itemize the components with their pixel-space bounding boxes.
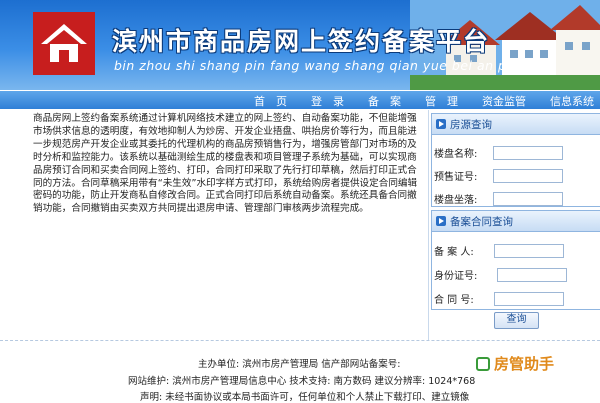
presale-permit-label: 预售证号: (434, 172, 478, 183)
project-name-input[interactable] (493, 145, 564, 160)
helper-label: 房管助手 (494, 355, 555, 373)
arrow-right-icon (436, 119, 446, 129)
nav-bar: 首 页 登 录 备 案 管 理 资金监管 信息系统 (0, 91, 600, 109)
intro-paragraph: 商品房网上签约备案系统通过计算机网络技术建立的网上签约、自动备案功能，不但能增强… (33, 113, 418, 215)
logo (33, 12, 95, 75)
filer-input[interactable] (493, 243, 564, 258)
footer-sponsor: 主办单位: 滨州市房产管理局 信产部网站备案号: (198, 359, 401, 370)
nav-login[interactable]: 登 录 (311, 93, 344, 109)
contract-query-panel: 备案合同查询 备 案 人: 身份证号: 合 同 号: (431, 210, 600, 310)
chat-icon (476, 357, 490, 371)
footer-statement: 声明: 未经书面协议或本局书面许可，任何单位和个人禁止下载打印、建立镜像 (140, 392, 470, 403)
filer-label: 备 案 人: (434, 247, 474, 258)
house-query-header: 房源查询 (432, 114, 600, 135)
project-name-label: 楼盘名称: (434, 149, 478, 160)
project-location-input[interactable] (493, 191, 564, 206)
nav-info-system[interactable]: 信息系统 (550, 93, 594, 109)
id-number-label: 身份证号: (434, 271, 478, 282)
project-location-label: 楼盘坐落: (434, 195, 478, 206)
id-number-input[interactable] (497, 267, 568, 282)
vertical-divider (428, 110, 429, 340)
arrow-right-icon (436, 216, 446, 226)
contract-query-title: 备案合同查询 (450, 215, 513, 228)
house-logo-icon (41, 24, 87, 62)
nav-home[interactable]: 首 页 (254, 93, 287, 109)
contract-number-input[interactable] (493, 291, 564, 306)
contract-number-label: 合 同 号: (434, 295, 474, 306)
footer-divider (0, 340, 600, 341)
site-subtitle: bin zhou shi shang pin fang wang shang q… (114, 58, 550, 73)
presale-permit-input[interactable] (493, 168, 564, 183)
house-query-title: 房源查询 (450, 118, 492, 131)
nav-fund-supervision[interactable]: 资金监管 (482, 93, 526, 109)
nav-filing[interactable]: 备 案 (368, 93, 401, 109)
house-query-panel: 房源查询 楼盘名称: 预售证号: 楼盘坐落: (431, 113, 600, 207)
query-button[interactable]: 查询 (494, 312, 539, 329)
contract-query-header: 备案合同查询 (432, 211, 600, 232)
site-title: 滨州市商品房网上签约备案平台 (112, 27, 491, 56)
site-header: 滨州市商品房网上签约备案平台 bin zhou shi shang pin fa… (0, 0, 600, 90)
footer-maintainer: 网站维护: 滨州市房产管理局信息中心 技术支持: 南方数码 建议分辨率: 102… (128, 376, 476, 387)
housing-helper-badge[interactable]: 房管助手 (474, 349, 570, 379)
nav-management[interactable]: 管 理 (425, 93, 458, 109)
